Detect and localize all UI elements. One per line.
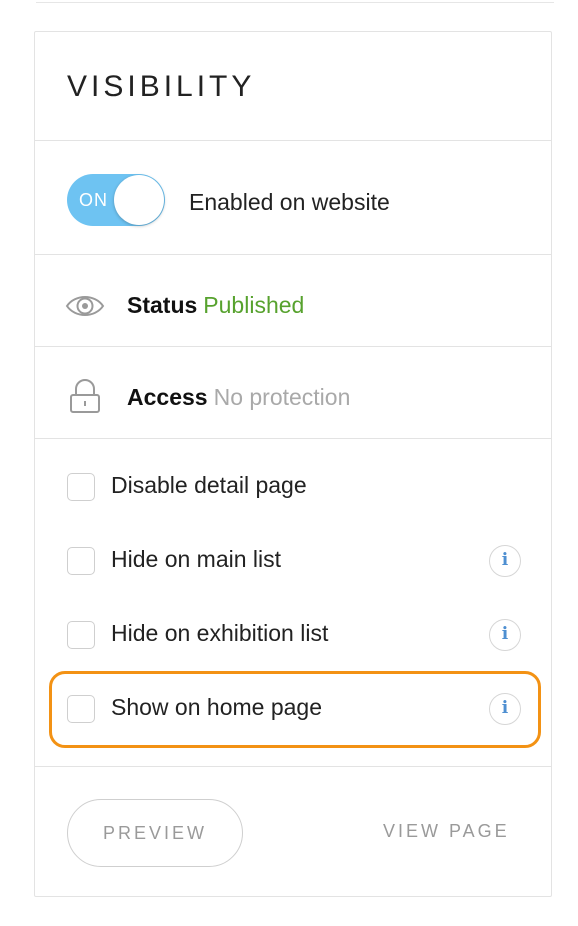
info-icon[interactable]: i <box>489 619 521 651</box>
divider <box>35 346 551 347</box>
divider <box>35 254 551 255</box>
toggle-knob[interactable] <box>114 175 164 225</box>
visibility-panel: VISIBILITY ON Enabled on website Status P… <box>34 31 552 897</box>
view-page-link[interactable]: VIEW PAGE <box>383 821 510 842</box>
preview-button[interactable]: PREVIEW <box>67 799 243 867</box>
panel-title: VISIBILITY <box>67 70 256 103</box>
access-value: No protection <box>213 384 351 410</box>
info-icon[interactable]: i <box>489 545 521 577</box>
toggle-description: Enabled on website <box>189 189 390 215</box>
lock-icon <box>65 378 105 414</box>
toggle-state-label: ON <box>79 190 108 210</box>
show-on-home-page-label[interactable]: Show on home page <box>111 694 322 721</box>
disable-detail-page-checkbox[interactable] <box>67 473 95 501</box>
hide-on-main-list-checkbox[interactable] <box>67 547 95 575</box>
divider <box>35 140 551 141</box>
disable-detail-page-label[interactable]: Disable detail page <box>111 472 307 499</box>
access-label: Access <box>127 384 208 410</box>
access-row: Access No protection <box>127 384 350 411</box>
show-on-home-page-checkbox[interactable] <box>67 695 95 723</box>
hide-on-main-list-label[interactable]: Hide on main list <box>111 546 281 573</box>
info-icon[interactable]: i <box>489 693 521 725</box>
status-label: Status <box>127 292 198 318</box>
divider <box>35 438 551 439</box>
hide-on-exhibition-list-checkbox[interactable] <box>67 621 95 649</box>
hide-on-exhibition-list-label[interactable]: Hide on exhibition list <box>111 620 328 647</box>
website-enabled-toggle[interactable]: ON <box>67 174 165 226</box>
status-row: Status Published <box>127 292 304 319</box>
eye-icon <box>65 288 105 324</box>
top-divider <box>36 2 554 3</box>
status-value: Published <box>203 292 305 318</box>
divider <box>35 766 551 767</box>
